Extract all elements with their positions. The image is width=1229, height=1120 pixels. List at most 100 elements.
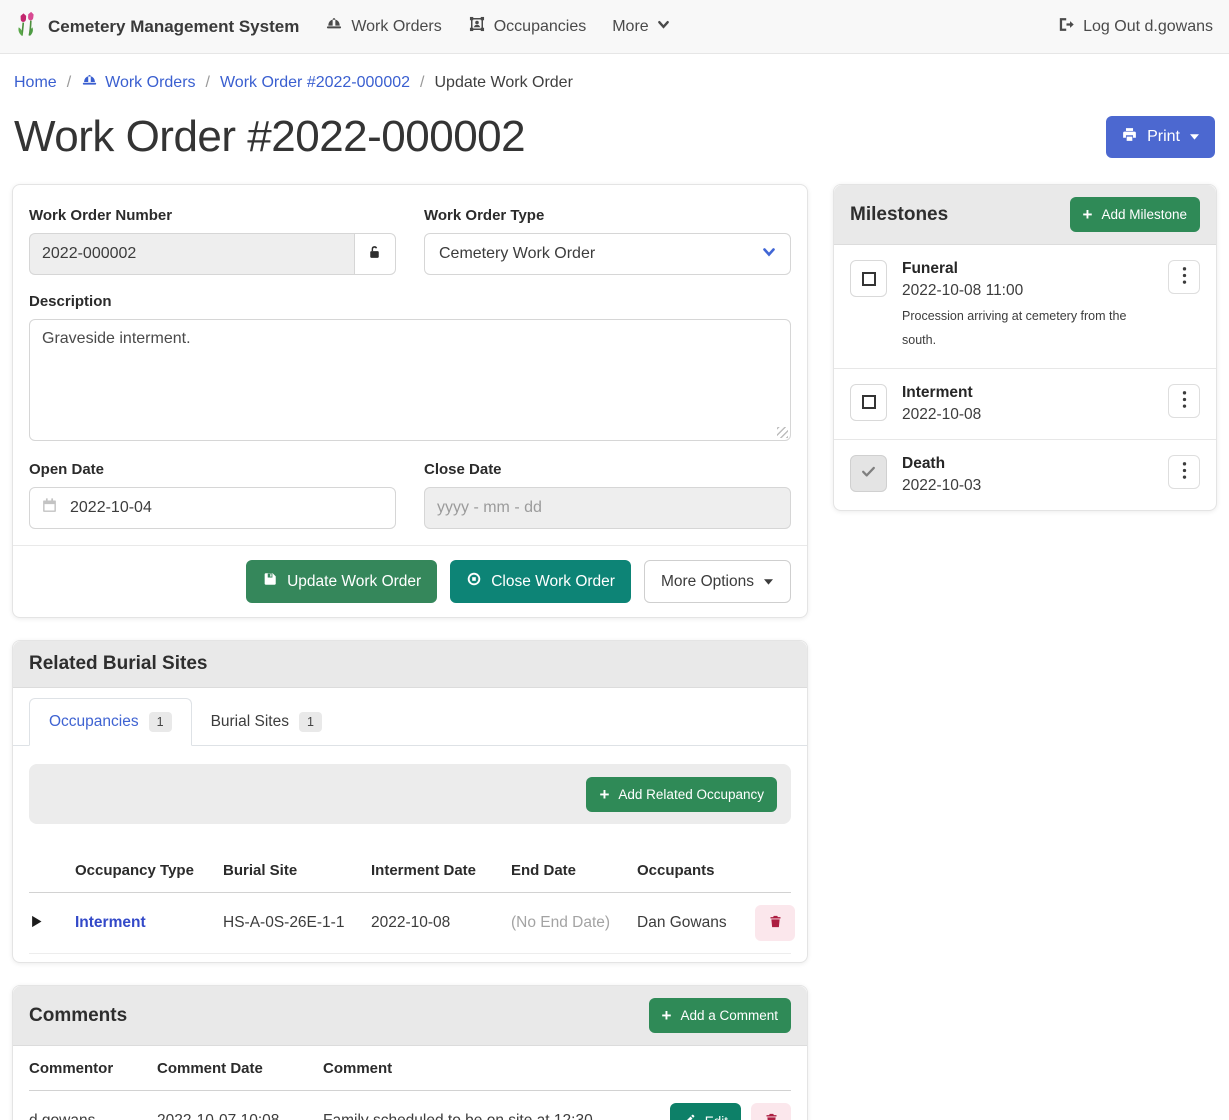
kebab-icon: [1182, 390, 1187, 412]
check-icon: [860, 463, 877, 483]
hard-hat-icon: [81, 72, 98, 94]
close-date-label: Close Date: [424, 461, 791, 478]
milestone-item: Interment 2022-10-08: [834, 369, 1216, 440]
col-occupants: Occupants: [637, 862, 755, 879]
nav-work-orders[interactable]: Work Orders: [325, 15, 441, 38]
milestone-menu-button[interactable]: [1168, 384, 1200, 418]
plus-icon: +: [599, 786, 609, 803]
stop-circle-icon: [466, 571, 482, 592]
trash-icon: [764, 1112, 779, 1120]
burial-site-cell: HS-A-0S-26E-1-1: [223, 914, 371, 932]
table-row: d.gowans 2022-10-07 10:08 Family schedul…: [29, 1091, 791, 1120]
chevron-down-icon: [762, 245, 776, 264]
print-label: Print: [1147, 128, 1180, 146]
tulip-logo-icon: [16, 10, 39, 43]
edit-comment-label: Edit: [705, 1114, 728, 1120]
open-date-input[interactable]: [29, 487, 396, 529]
work-order-type-value: Cemetery Work Order: [439, 245, 595, 263]
hard-hat-icon: [325, 15, 343, 38]
comments-card: Comments + Add a Comment Commentor Comme…: [12, 985, 808, 1120]
page-title: Work Order #2022-000002: [14, 112, 525, 162]
breadcrumb-separator: /: [67, 74, 71, 92]
occupancies-toolbar: + Add Related Occupancy: [29, 764, 791, 824]
play-icon: [29, 914, 44, 932]
milestone-menu-button[interactable]: [1168, 455, 1200, 489]
tab-occupancies-label: Occupancies: [49, 713, 139, 731]
add-comment-button[interactable]: + Add a Comment: [649, 998, 791, 1033]
chevron-down-icon: [657, 18, 670, 36]
print-button[interactable]: Print: [1106, 116, 1215, 158]
milestone-description: Procession arriving at cemetery from the…: [902, 305, 1134, 353]
unlock-button[interactable]: [354, 233, 396, 275]
milestone-checkbox[interactable]: [850, 260, 887, 297]
col-end-date: End Date: [511, 862, 637, 879]
milestone-item: Funeral 2022-10-08 11:00 Procession arri…: [834, 245, 1216, 369]
work-order-form-card: Work Order Number: [12, 184, 808, 618]
open-date-label: Open Date: [29, 461, 396, 478]
delete-comment-button[interactable]: [751, 1103, 791, 1120]
save-icon: [262, 571, 278, 592]
close-work-order-button[interactable]: Close Work Order: [450, 560, 631, 603]
logout-icon: [1057, 16, 1074, 38]
milestone-name: Death: [902, 455, 1153, 473]
kebab-icon: [1182, 461, 1187, 483]
nav-more[interactable]: More: [612, 18, 669, 36]
edit-comment-button[interactable]: Edit: [670, 1103, 741, 1120]
printer-icon: [1121, 126, 1138, 148]
plus-icon: +: [1083, 206, 1093, 223]
add-related-occupancy-button[interactable]: + Add Related Occupancy: [586, 777, 777, 812]
col-burial-site: Burial Site: [223, 862, 371, 879]
description-textarea[interactable]: Graveside interment.: [29, 319, 791, 441]
milestone-item: Death 2022-10-03: [834, 440, 1216, 510]
milestone-checkbox[interactable]: [850, 384, 887, 421]
logout-link[interactable]: Log Out d.gowans: [1057, 16, 1213, 38]
description-label: Description: [29, 293, 791, 310]
trash-icon: [768, 914, 783, 932]
occupancies-table: Occupancy Type Burial Site Interment Dat…: [13, 848, 807, 962]
work-order-number-label: Work Order Number: [29, 207, 396, 224]
table-row: Interment HS-A-0S-26E-1-1 2022-10-08 (No…: [29, 893, 791, 954]
breadcrumb-work-orders-label: Work Orders: [105, 74, 195, 92]
occupancy-type-link[interactable]: Interment: [75, 914, 223, 932]
tab-burial-sites-count-badge: 1: [299, 712, 322, 732]
breadcrumb-home[interactable]: Home: [14, 74, 57, 92]
expand-row-button[interactable]: [29, 914, 75, 932]
tab-occupancies[interactable]: Occupancies 1: [29, 698, 192, 746]
breadcrumb-work-order-number[interactable]: Work Order #2022-000002: [220, 74, 410, 92]
update-work-order-button[interactable]: Update Work Order: [246, 560, 437, 603]
related-tabs: Occupancies 1 Burial Sites 1: [13, 688, 807, 746]
tab-burial-sites[interactable]: Burial Sites 1: [192, 698, 341, 746]
breadcrumb-work-orders[interactable]: Work Orders: [81, 72, 195, 94]
milestones-title: Milestones: [850, 204, 948, 226]
breadcrumb-separator: /: [420, 74, 424, 92]
caret-down-icon: [1189, 128, 1200, 146]
work-order-type-label: Work Order Type: [424, 207, 791, 224]
milestone-name: Interment: [902, 384, 1153, 402]
occupants-cell: Dan Gowans: [637, 914, 755, 932]
add-milestone-button[interactable]: + Add Milestone: [1070, 197, 1201, 232]
close-date-input[interactable]: [424, 487, 791, 529]
delete-occupancy-button[interactable]: [755, 905, 795, 941]
milestone-checkbox-checked[interactable]: [850, 455, 887, 492]
col-occupancy-type: Occupancy Type: [75, 862, 223, 879]
add-related-occupancy-label: Add Related Occupancy: [618, 787, 764, 802]
work-order-number-input[interactable]: [29, 233, 354, 275]
description-value: Graveside interment.: [42, 330, 191, 347]
pencil-icon: [683, 1113, 696, 1120]
more-options-label: More Options: [661, 573, 754, 591]
comments-table: Commentor Comment Date Comment d.gowans …: [13, 1046, 807, 1120]
add-comment-label: Add a Comment: [680, 1008, 778, 1023]
app-brand: Cemetery Management System: [16, 10, 299, 43]
milestone-menu-button[interactable]: [1168, 260, 1200, 294]
related-burial-sites-title: Related Burial Sites: [29, 653, 207, 675]
top-navbar: Cemetery Management System Work Orders: [0, 0, 1229, 54]
milestone-date: 2022-10-03: [902, 477, 1153, 495]
resize-handle[interactable]: [777, 427, 788, 438]
close-work-order-label: Close Work Order: [491, 573, 615, 591]
plus-icon: +: [662, 1007, 672, 1024]
commentor-cell: d.gowans: [29, 1112, 157, 1120]
nav-occupancies[interactable]: Occupancies: [468, 15, 587, 38]
related-burial-sites-card: Related Burial Sites Occupancies 1 Buria…: [12, 640, 808, 963]
more-options-button[interactable]: More Options: [644, 560, 791, 603]
work-order-type-select[interactable]: Cemetery Work Order: [424, 233, 791, 275]
